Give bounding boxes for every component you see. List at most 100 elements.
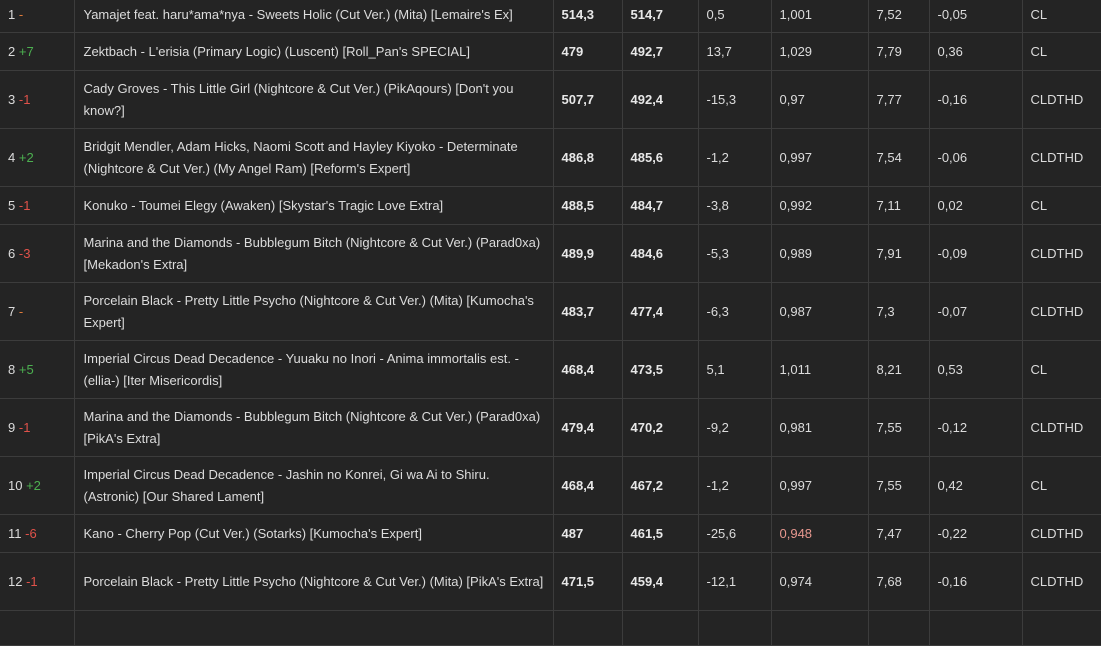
map-title[interactable]: Cady Groves - This Little Girl (Nightcor…	[74, 70, 554, 129]
new-value: 492,7	[622, 32, 699, 71]
map-title[interactable]: Kano - Cherry Pop (Cut Ver.) (Sotarks) […	[74, 514, 554, 553]
rank-number: 7	[8, 303, 16, 319]
star-rating: 7,79	[868, 32, 930, 71]
rank-number: 9	[8, 419, 16, 435]
table-row[interactable]	[0, 610, 1101, 646]
star-delta: -0,05	[929, 0, 1023, 33]
value-diff: 5,1	[698, 340, 772, 399]
map-title[interactable]: Porcelain Black - Pretty Little Psycho (…	[74, 282, 554, 341]
mods-value: CLDTHD	[1022, 514, 1101, 553]
star-rating: 7,3	[868, 282, 930, 341]
rank-change: -3	[18, 245, 31, 261]
rank-number: 2	[8, 43, 16, 59]
map-title[interactable]: Marina and the Diamonds - Bubblegum Bitc…	[74, 398, 554, 457]
new-value: 484,6	[622, 224, 699, 283]
rank-change: -1	[26, 573, 38, 589]
rank-number: 5	[8, 197, 16, 213]
value-diff: -1,2	[698, 128, 772, 187]
old-value: 479	[553, 32, 623, 71]
old-value: 468,4	[553, 340, 623, 399]
map-title[interactable]: Porcelain Black - Pretty Little Psycho (…	[74, 552, 554, 611]
table-row[interactable]: 5 -1 Konuko - Toumei Elegy (Awaken) [Sky…	[0, 186, 1101, 225]
ratio-value: 0,997	[771, 128, 869, 187]
empty-cell	[0, 610, 75, 646]
star-delta: -0,16	[929, 552, 1023, 611]
star-delta: -0,06	[929, 128, 1023, 187]
star-rating: 8,21	[868, 340, 930, 399]
rank-number: 1	[8, 7, 16, 22]
map-title[interactable]: Zektbach - L'erisia (Primary Logic) (Lus…	[74, 32, 554, 71]
table-row[interactable]: 8 +5 Imperial Circus Dead Decadence - Yu…	[0, 340, 1101, 399]
empty-cell	[553, 610, 623, 646]
star-delta: -0,12	[929, 398, 1023, 457]
old-value: 471,5	[553, 552, 623, 611]
table-row[interactable]: 11 -6 Kano - Cherry Pop (Cut Ver.) (Sota…	[0, 514, 1101, 553]
rank-change: -	[18, 7, 24, 22]
new-value: 461,5	[622, 514, 699, 553]
star-delta: 0,36	[929, 32, 1023, 71]
empty-cell	[929, 610, 1023, 646]
star-rating: 7,68	[868, 552, 930, 611]
ratio-value: 1,001	[771, 0, 869, 33]
empty-cell	[771, 610, 869, 646]
ratio-value: 0,997	[771, 456, 869, 515]
value-diff: 13,7	[698, 32, 772, 71]
new-value: 467,2	[622, 456, 699, 515]
rank-change: +2	[18, 149, 34, 165]
empty-cell	[698, 610, 772, 646]
empty-cell	[74, 610, 554, 646]
ratio-value: 0,989	[771, 224, 869, 283]
rank-cell: 4 +2	[0, 128, 75, 187]
value-diff: -5,3	[698, 224, 772, 283]
map-title[interactable]: Bridgit Mendler, Adam Hicks, Naomi Scott…	[74, 128, 554, 187]
mods-value: CLDTHD	[1022, 398, 1101, 457]
map-title[interactable]: Marina and the Diamonds - Bubblegum Bitc…	[74, 224, 554, 283]
old-value: 486,8	[553, 128, 623, 187]
map-title[interactable]: Imperial Circus Dead Decadence - Jashin …	[74, 456, 554, 515]
mods-value: CLDTHD	[1022, 128, 1101, 187]
rank-number: 12	[8, 573, 23, 589]
table-row[interactable]: 9 -1 Marina and the Diamonds - Bubblegum…	[0, 398, 1101, 457]
new-value: 492,4	[622, 70, 699, 129]
star-rating: 7,54	[868, 128, 930, 187]
rank-cell: 5 -1	[0, 186, 75, 225]
old-value: 488,5	[553, 186, 623, 225]
table-row[interactable]: 7 - Porcelain Black - Pretty Little Psyc…	[0, 282, 1101, 341]
star-delta: -0,16	[929, 70, 1023, 129]
new-value: 470,2	[622, 398, 699, 457]
rank-cell: 9 -1	[0, 398, 75, 457]
ratio-value: 0,974	[771, 552, 869, 611]
table-row[interactable]: 10 +2 Imperial Circus Dead Decadence - J…	[0, 456, 1101, 515]
star-delta: 0,53	[929, 340, 1023, 399]
star-rating: 7,52	[868, 0, 930, 33]
map-title[interactable]: Imperial Circus Dead Decadence - Yuuaku …	[74, 340, 554, 399]
leaderboard-table: 1 - Yamajet feat. haru*ama*nya - Sweets …	[0, 0, 1101, 646]
new-value: 485,6	[622, 128, 699, 187]
table-row[interactable]: 6 -3 Marina and the Diamonds - Bubblegum…	[0, 224, 1101, 283]
table-row[interactable]: 1 - Yamajet feat. haru*ama*nya - Sweets …	[0, 0, 1101, 33]
star-delta: -0,09	[929, 224, 1023, 283]
table-row[interactable]: 4 +2 Bridgit Mendler, Adam Hicks, Naomi …	[0, 128, 1101, 187]
rank-cell: 2 +7	[0, 32, 75, 71]
ratio-value: 0,981	[771, 398, 869, 457]
value-diff: -3,8	[698, 186, 772, 225]
ratio-value: 0,992	[771, 186, 869, 225]
star-delta: -0,22	[929, 514, 1023, 553]
mods-value: CL	[1022, 0, 1101, 33]
value-diff: -6,3	[698, 282, 772, 341]
table-row[interactable]: 12 -1 Porcelain Black - Pretty Little Ps…	[0, 552, 1101, 611]
map-title[interactable]: Konuko - Toumei Elegy (Awaken) [Skystar'…	[74, 186, 554, 225]
rank-cell: 8 +5	[0, 340, 75, 399]
star-rating: 7,55	[868, 456, 930, 515]
table-row[interactable]: 3 -1 Cady Groves - This Little Girl (Nig…	[0, 70, 1101, 129]
old-value: 468,4	[553, 456, 623, 515]
old-value: 479,4	[553, 398, 623, 457]
mods-value: CLDTHD	[1022, 552, 1101, 611]
star-rating: 7,91	[868, 224, 930, 283]
table-row[interactable]: 2 +7 Zektbach - L'erisia (Primary Logic)…	[0, 32, 1101, 71]
rank-change: +5	[18, 361, 34, 377]
star-delta: 0,42	[929, 456, 1023, 515]
mods-value: CL	[1022, 456, 1101, 515]
map-title[interactable]: Yamajet feat. haru*ama*nya - Sweets Holi…	[74, 0, 554, 33]
rank-cell: 3 -1	[0, 70, 75, 129]
